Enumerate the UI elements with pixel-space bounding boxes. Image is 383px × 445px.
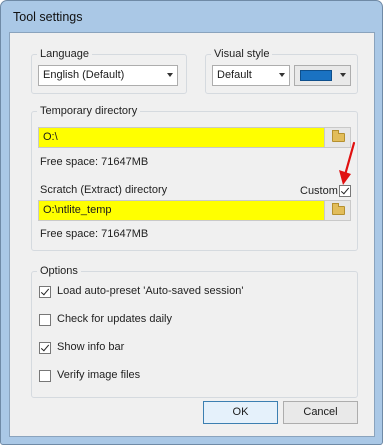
language-group-label: Language xyxy=(37,47,92,61)
options-group: Options Load auto-preset 'Auto-saved ses… xyxy=(31,264,358,398)
scratch-directory-label: Scratch (Extract) directory xyxy=(40,184,168,196)
load-autopreset-checkbox[interactable] xyxy=(39,286,51,298)
scratch-directory-field[interactable]: O:\ntlite_temp xyxy=(38,200,351,221)
visual-style-group: Visual style Default xyxy=(205,47,358,94)
title-bar[interactable]: Tool settings xyxy=(1,1,382,31)
custom-label: Custom xyxy=(300,185,338,197)
window-title: Tool settings xyxy=(13,10,83,24)
scratch-directory-path: O:\ntlite_temp xyxy=(43,204,112,216)
check-updates-label: Check for updates daily xyxy=(57,313,172,325)
language-group: Language English (Default) xyxy=(31,47,187,94)
chevron-down-icon xyxy=(279,73,285,77)
ok-button[interactable]: OK xyxy=(203,401,278,424)
scratch-free-space: Free space: 71647MB xyxy=(40,228,149,240)
options-group-label: Options xyxy=(37,264,81,278)
language-dropdown[interactable]: English (Default) xyxy=(38,65,178,86)
visual-style-dropdown[interactable]: Default xyxy=(212,65,290,86)
color-swatch xyxy=(300,70,332,81)
annotation-arrow-icon xyxy=(339,141,356,185)
visual-style-selected: Default xyxy=(217,69,252,81)
show-info-bar-label: Show info bar xyxy=(57,341,125,353)
verify-image-label: Verify image files xyxy=(57,369,141,381)
chevron-down-icon xyxy=(340,73,346,77)
tool-settings-window: Tool settings Language English (Default)… xyxy=(0,0,383,445)
dialog-body: Language English (Default) Visual style … xyxy=(9,32,375,437)
temp-directory-path: O:\ xyxy=(43,131,58,143)
temporary-directory-group-label: Temporary directory xyxy=(37,104,141,118)
cancel-button[interactable]: Cancel xyxy=(283,401,358,424)
scratch-browse-button[interactable] xyxy=(324,201,350,220)
visual-style-group-label: Visual style xyxy=(211,47,273,61)
temporary-directory-group: Temporary directory O:\ Free space: 7164… xyxy=(31,104,358,251)
temp-directory-field[interactable]: O:\ xyxy=(38,127,351,148)
chevron-down-icon xyxy=(167,73,173,77)
verify-image-checkbox[interactable] xyxy=(39,370,51,382)
check-updates-checkbox[interactable] xyxy=(39,314,51,326)
load-autopreset-label: Load auto-preset 'Auto-saved session' xyxy=(57,285,244,297)
show-info-bar-checkbox[interactable] xyxy=(39,342,51,354)
language-selected: English (Default) xyxy=(43,69,125,81)
temp-free-space: Free space: 71647MB xyxy=(40,156,149,168)
folder-icon xyxy=(332,203,345,215)
accent-color-picker[interactable] xyxy=(294,65,351,86)
